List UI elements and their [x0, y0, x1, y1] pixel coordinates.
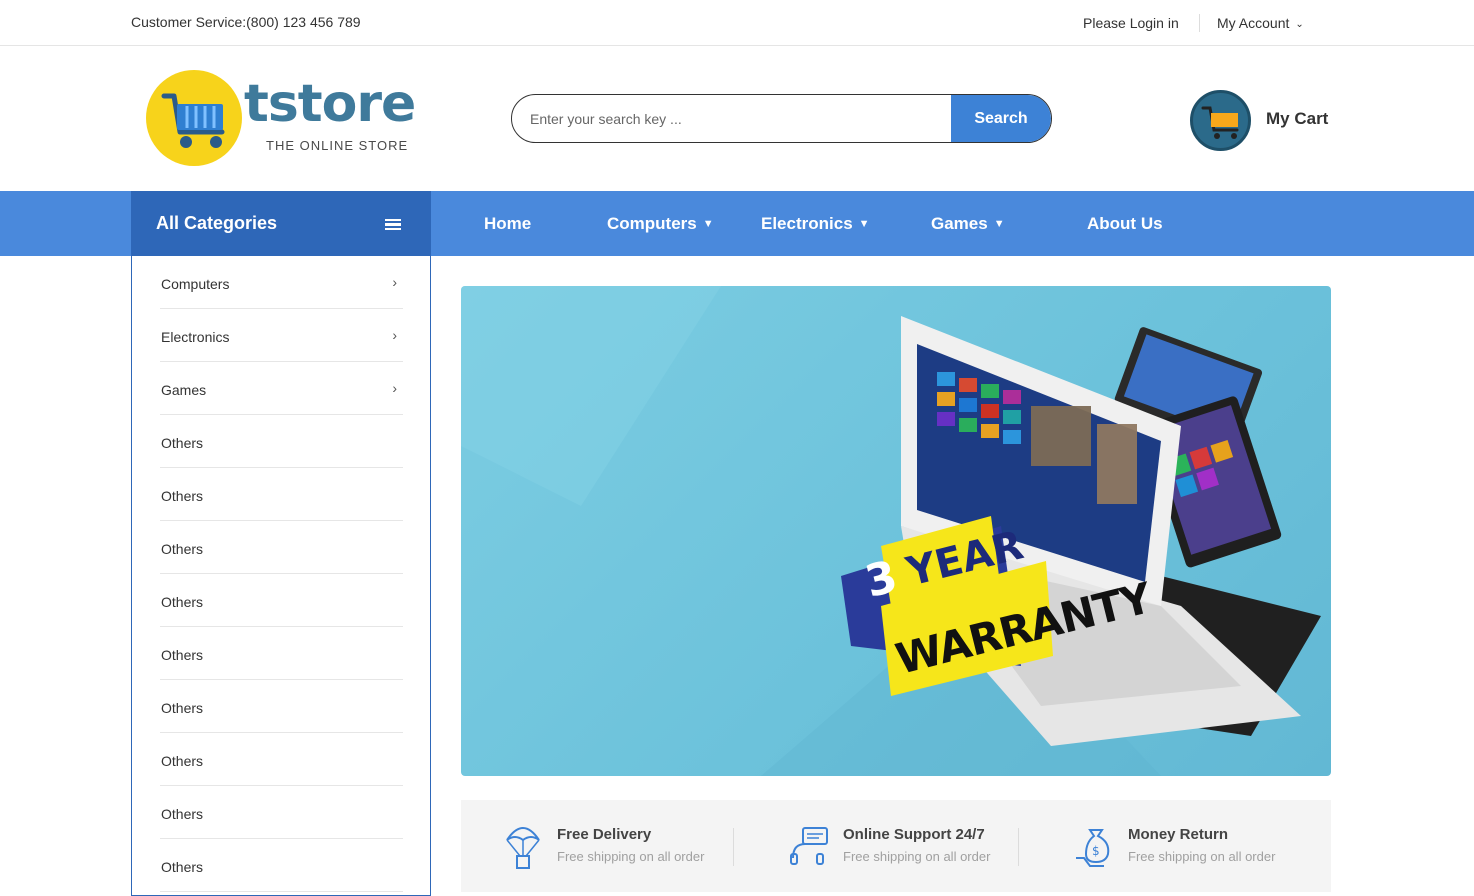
- banner-artwork: [461, 286, 1321, 776]
- feature-title: Money Return: [1128, 826, 1229, 843]
- nav-home[interactable]: Home: [484, 214, 531, 234]
- sidebar-item-label: Others: [161, 541, 204, 557]
- all-categories-toggle[interactable]: All Categories: [131, 191, 431, 256]
- my-cart-button[interactable]: My Cart: [1190, 90, 1340, 151]
- chevron-right-icon: ›: [392, 274, 397, 290]
- logo-tagline: THE ONLINE STORE: [266, 138, 409, 153]
- sidebar-item-label: Games: [161, 382, 207, 398]
- nav-computers-label: Computers: [607, 214, 697, 233]
- chevron-down-icon: ▼: [858, 218, 870, 230]
- all-categories-label: All Categories: [156, 213, 278, 233]
- category-sidebar: Computers › Electronics › Games › Others Ot…: [131, 256, 431, 896]
- logo-brand-text: tstore: [244, 74, 416, 134]
- hero-banner[interactable]: 3 YEAR WARRANTY: [461, 286, 1331, 776]
- money-bag-hand-icon: $: [1076, 829, 1110, 867]
- cart-icon: [1201, 106, 1239, 139]
- sidebar-item-label: Others: [161, 435, 204, 451]
- sidebar-item-games[interactable]: Games ›: [160, 362, 403, 415]
- sidebar-item-label: Computers: [161, 276, 230, 292]
- cart-circle: [1190, 90, 1251, 151]
- login-link[interactable]: Please Login in: [1083, 15, 1179, 31]
- nav-electronics[interactable]: Electronics ▼: [761, 214, 870, 234]
- sidebar-item-label: Electronics: [161, 329, 230, 345]
- my-account-label: My Account: [1217, 15, 1290, 31]
- search-button[interactable]: Search: [951, 95, 1051, 142]
- my-account-dropdown[interactable]: My Account ⌄: [1217, 15, 1304, 31]
- customer-service-text: Customer Service:(800) 123 456 789: [131, 14, 361, 30]
- nav-home-label: Home: [484, 214, 532, 233]
- feature-subtitle: Free shipping on all order: [843, 849, 991, 864]
- shopping-cart-icon: [161, 93, 225, 148]
- sidebar-item-others[interactable]: Others: [160, 521, 403, 574]
- sidebar-item-label: Others: [161, 753, 204, 769]
- chevron-down-icon: ▼: [993, 218, 1005, 230]
- feature-title: Online Support 24/7: [843, 826, 985, 843]
- hamburger-icon: [385, 219, 401, 231]
- topbar-divider: [1199, 14, 1200, 32]
- site-logo[interactable]: tstore THE ONLINE STORE: [146, 70, 426, 170]
- chevron-right-icon: ›: [392, 327, 397, 343]
- sidebar-item-label: Others: [161, 700, 204, 716]
- sidebar-item-label: Others: [161, 594, 204, 610]
- search-bar: Search: [511, 94, 1052, 143]
- sidebar-item-electronics[interactable]: Electronics ›: [160, 309, 403, 362]
- cart-label: My Cart: [1266, 109, 1329, 128]
- sidebar-item-others[interactable]: Others: [160, 839, 403, 892]
- sidebar-item-others[interactable]: Others: [160, 733, 403, 786]
- svg-text:$: $: [1092, 844, 1100, 858]
- feature-divider: [1018, 828, 1019, 866]
- chevron-down-icon: ⌄: [1295, 19, 1304, 30]
- chevron-right-icon: ›: [392, 380, 397, 396]
- feature-subtitle: Free shipping on all order: [557, 849, 705, 864]
- sidebar-item-others[interactable]: Others: [160, 627, 403, 680]
- chevron-down-icon: ▼: [702, 218, 714, 230]
- sidebar-item-others[interactable]: Others: [160, 574, 403, 627]
- parachute-delivery-icon: [506, 827, 540, 869]
- sidebar-item-label: Others: [161, 488, 204, 504]
- feature-divider: [733, 828, 734, 866]
- nav-games-label: Games: [931, 214, 988, 233]
- support-headset-icon: [790, 827, 828, 865]
- sidebar-item-label: Others: [161, 647, 204, 663]
- search-input[interactable]: [530, 95, 950, 142]
- nav-about-label: About Us: [1087, 214, 1163, 233]
- nav-electronics-label: Electronics: [761, 214, 853, 233]
- sidebar-item-others[interactable]: Others: [160, 468, 403, 521]
- top-bar: Customer Service:(800) 123 456 789 Pleas…: [0, 0, 1474, 46]
- nav-about-us[interactable]: About Us: [1087, 214, 1163, 234]
- sidebar-item-others[interactable]: Others: [160, 415, 403, 468]
- nav-games[interactable]: Games ▼: [931, 214, 1005, 234]
- sidebar-item-label: Others: [161, 806, 204, 822]
- feature-title: Free Delivery: [557, 826, 652, 843]
- feature-subtitle: Free shipping on all order: [1128, 849, 1276, 864]
- sidebar-item-others[interactable]: Others: [160, 786, 403, 839]
- sidebar-item-computers[interactable]: Computers ›: [160, 256, 403, 309]
- nav-computers[interactable]: Computers ▼: [607, 214, 714, 234]
- sidebar-item-label: Others: [161, 859, 204, 875]
- sidebar-item-others[interactable]: Others: [160, 680, 403, 733]
- features-strip: Free Delivery Free shipping on all order…: [461, 800, 1331, 892]
